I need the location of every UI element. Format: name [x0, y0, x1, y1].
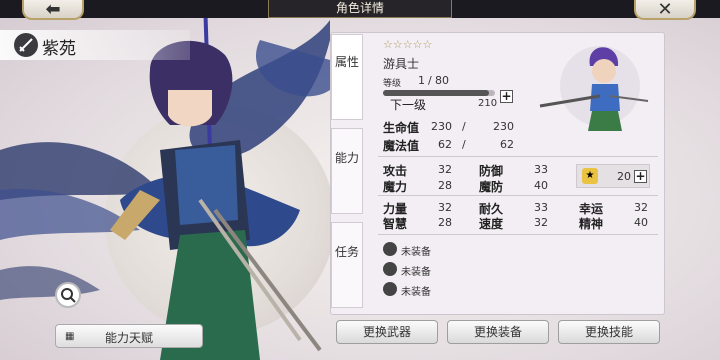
vital-mp-separator: /	[462, 138, 466, 151]
weapon-slot-label: 未装备	[401, 247, 431, 258]
divider-1	[378, 156, 658, 157]
talent-button-label: 能力天赋	[104, 331, 153, 345]
bonus-points-value: 20	[617, 170, 631, 183]
stat-wisdom-value: 28	[438, 216, 452, 229]
page-title: 角色详情	[268, 0, 452, 18]
divider-2	[378, 195, 658, 196]
tab-abilities-label: 能力	[334, 151, 359, 165]
tab-attributes[interactable]: 属性	[331, 34, 363, 120]
character-chibi	[539, 46, 649, 131]
level-max: 80	[435, 74, 449, 87]
stat-strength-value: 32	[438, 201, 452, 214]
level-current: 1	[418, 74, 425, 87]
stat-mdefense-value: 40	[534, 179, 548, 192]
back-button[interactable]: ⬅	[22, 0, 84, 20]
divider-3	[378, 234, 658, 235]
rarity-stars: ☆☆☆☆☆	[383, 38, 433, 51]
allocate-points-button[interactable]: +	[634, 170, 647, 183]
tab-attributes-label: 属性	[334, 55, 359, 69]
magnifier-icon	[61, 288, 76, 303]
weapon-slot-icon[interactable]	[383, 242, 397, 256]
stat-defense-value: 33	[534, 163, 548, 176]
level-separator: /	[428, 74, 432, 87]
level-up-button[interactable]: +	[500, 90, 513, 103]
class-weapon-icon	[14, 33, 38, 57]
character-job: 游具士	[383, 57, 420, 71]
stat-mdefense-label: 魔防	[479, 180, 504, 194]
vital-label-mp: 魔法值	[383, 139, 420, 153]
stat-attack-value: 32	[438, 163, 452, 176]
change-equipment-button[interactable]: 更换装备	[447, 320, 549, 344]
vital-hp-current: 230	[431, 120, 452, 133]
tab-tasks[interactable]: 任务	[331, 222, 363, 308]
stat-spirit-value: 40	[634, 216, 648, 229]
stat-magic-label: 魔力	[383, 180, 408, 194]
armor-slot-icon[interactable]	[383, 262, 397, 276]
vital-mp-max: 62	[500, 138, 514, 151]
change-weapon-button[interactable]: 更换武器	[336, 320, 438, 344]
stat-speed-value: 32	[534, 216, 548, 229]
close-icon: ✕	[657, 0, 673, 20]
tab-tasks-label: 任务	[334, 245, 359, 259]
stat-endurance-value: 33	[534, 201, 548, 214]
next-level-value: 210	[478, 98, 498, 109]
stat-wisdom-label: 智慧	[383, 217, 408, 231]
tab-abilities[interactable]: 能力	[331, 128, 363, 214]
vital-label-hp: 生命值	[383, 121, 420, 135]
change-skill-button[interactable]: 更换技能	[558, 320, 660, 344]
points-icon: ★	[582, 168, 598, 184]
stat-luck-value: 32	[634, 201, 648, 214]
level-label: 等级	[383, 79, 402, 89]
talent-button[interactable]: ▦ 能力天赋	[55, 324, 203, 348]
skill-slot-icon[interactable]	[383, 282, 397, 296]
zoom-button[interactable]	[55, 282, 81, 308]
close-button[interactable]: ✕	[634, 0, 696, 20]
skill-slot-label: 未装备	[401, 287, 431, 298]
stat-defense-label: 防御	[479, 164, 504, 178]
stat-attack-label: 攻击	[383, 164, 408, 178]
vital-hp-max: 230	[493, 120, 514, 133]
back-arrow-icon: ⬅	[45, 0, 61, 20]
vital-hp-separator: /	[462, 120, 466, 133]
character-name: 紫苑	[42, 39, 76, 59]
stat-speed-label: 速度	[479, 217, 504, 231]
stat-spirit-label: 精神	[579, 217, 604, 231]
next-level-label: 下一级	[390, 98, 427, 112]
vital-mp-current: 62	[438, 138, 452, 151]
stat-magic-value: 28	[438, 179, 452, 192]
armor-slot-label: 未装备	[401, 267, 431, 278]
